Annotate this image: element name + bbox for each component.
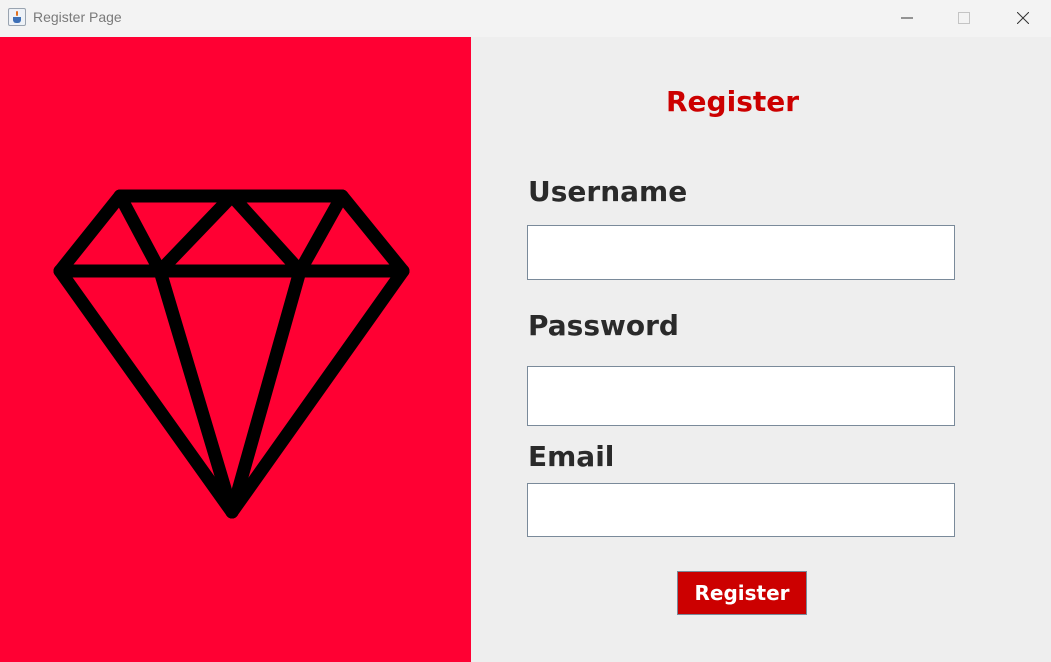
password-input[interactable] xyxy=(527,366,955,426)
register-button[interactable]: Register xyxy=(677,571,807,615)
email-label: Email xyxy=(528,440,615,473)
username-input[interactable] xyxy=(527,225,955,280)
close-icon xyxy=(1017,12,1029,24)
email-input[interactable] xyxy=(527,483,955,537)
register-form: Register Username Password Email Registe… xyxy=(471,37,1051,662)
username-label: Username xyxy=(528,175,688,208)
diamond-icon xyxy=(53,189,410,519)
form-title: Register xyxy=(666,85,800,118)
maximize-button[interactable] xyxy=(941,0,987,37)
brand-panel xyxy=(0,37,471,662)
window-title: Register Page xyxy=(33,9,122,25)
maximize-icon xyxy=(958,12,970,24)
minimize-icon xyxy=(901,17,913,19)
password-label: Password xyxy=(528,309,679,342)
close-button[interactable] xyxy=(1000,0,1046,37)
java-cup-icon xyxy=(8,8,26,26)
minimize-button[interactable] xyxy=(884,0,930,37)
title-bar: Register Page xyxy=(0,0,1051,37)
